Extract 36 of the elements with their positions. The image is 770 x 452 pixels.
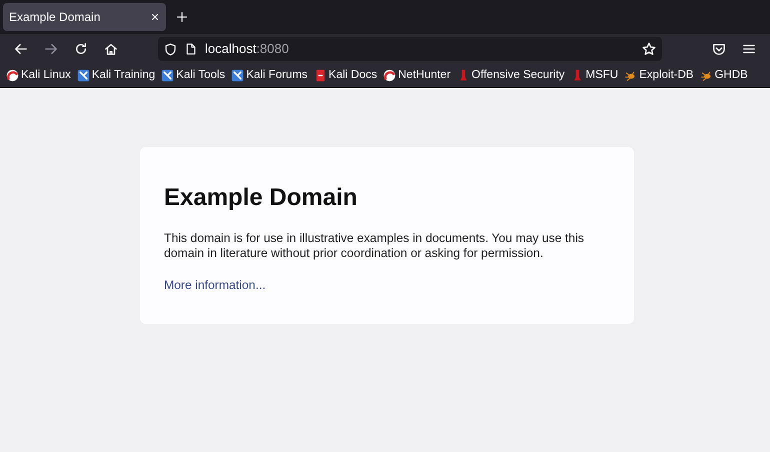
bookmark-link[interactable]: Kali Training: [76, 66, 156, 84]
home-icon: [104, 42, 118, 56]
square-logo-icon: [231, 69, 244, 82]
tab-title: Example Domain: [9, 9, 100, 26]
bookmark-link[interactable]: Kali Docs: [314, 66, 378, 84]
shield-icon: [164, 42, 177, 56]
menu-icon: [742, 42, 756, 56]
bookmark-link[interactable]: Exploit-DB: [624, 66, 694, 84]
pocket-icon: [712, 42, 726, 56]
paragraph-text: This domain is for use in illustrative examples in documents. You may use this domain in literature without prior coordination or asking for permission.: [164, 230, 585, 261]
bookmark-link[interactable]: GHDB: [700, 66, 748, 84]
bookmark-link[interactable]: Kali Tools: [161, 66, 226, 84]
bookmark-link[interactable]: Offensive Security: [456, 66, 565, 84]
page-heading: Example Domain: [164, 184, 358, 213]
address-bar[interactable]: localhost:8080: [158, 37, 662, 61]
swirl-logo-icon: [383, 69, 396, 82]
bookmark-link[interactable]: Kali Linux: [6, 66, 71, 84]
more-information-link[interactable]: More information...: [164, 278, 266, 292]
url-text: localhost:8080: [205, 40, 289, 58]
swirl-logo-icon: [6, 69, 19, 82]
page-icon: [185, 43, 197, 55]
reload-icon: [74, 42, 88, 56]
square-logo-icon: [161, 69, 174, 82]
forward-arrow-icon: [44, 42, 58, 56]
bug-icon: [624, 69, 638, 82]
document-icon: [314, 69, 327, 82]
back-arrow-icon: [14, 42, 28, 56]
close-icon[interactable]: [150, 12, 160, 22]
star-icon[interactable]: [642, 42, 656, 56]
bug-icon: [700, 69, 713, 82]
bookmark-link[interactable]: NetHunter: [383, 66, 451, 84]
browser-tab[interactable]: Example Domain: [3, 3, 166, 31]
new-tab-icon[interactable]: [176, 11, 188, 23]
bookmark-link[interactable]: MSFU: [570, 66, 618, 84]
bookmark-link[interactable]: Kali Forums: [231, 66, 308, 84]
square-logo-icon: [76, 69, 90, 82]
